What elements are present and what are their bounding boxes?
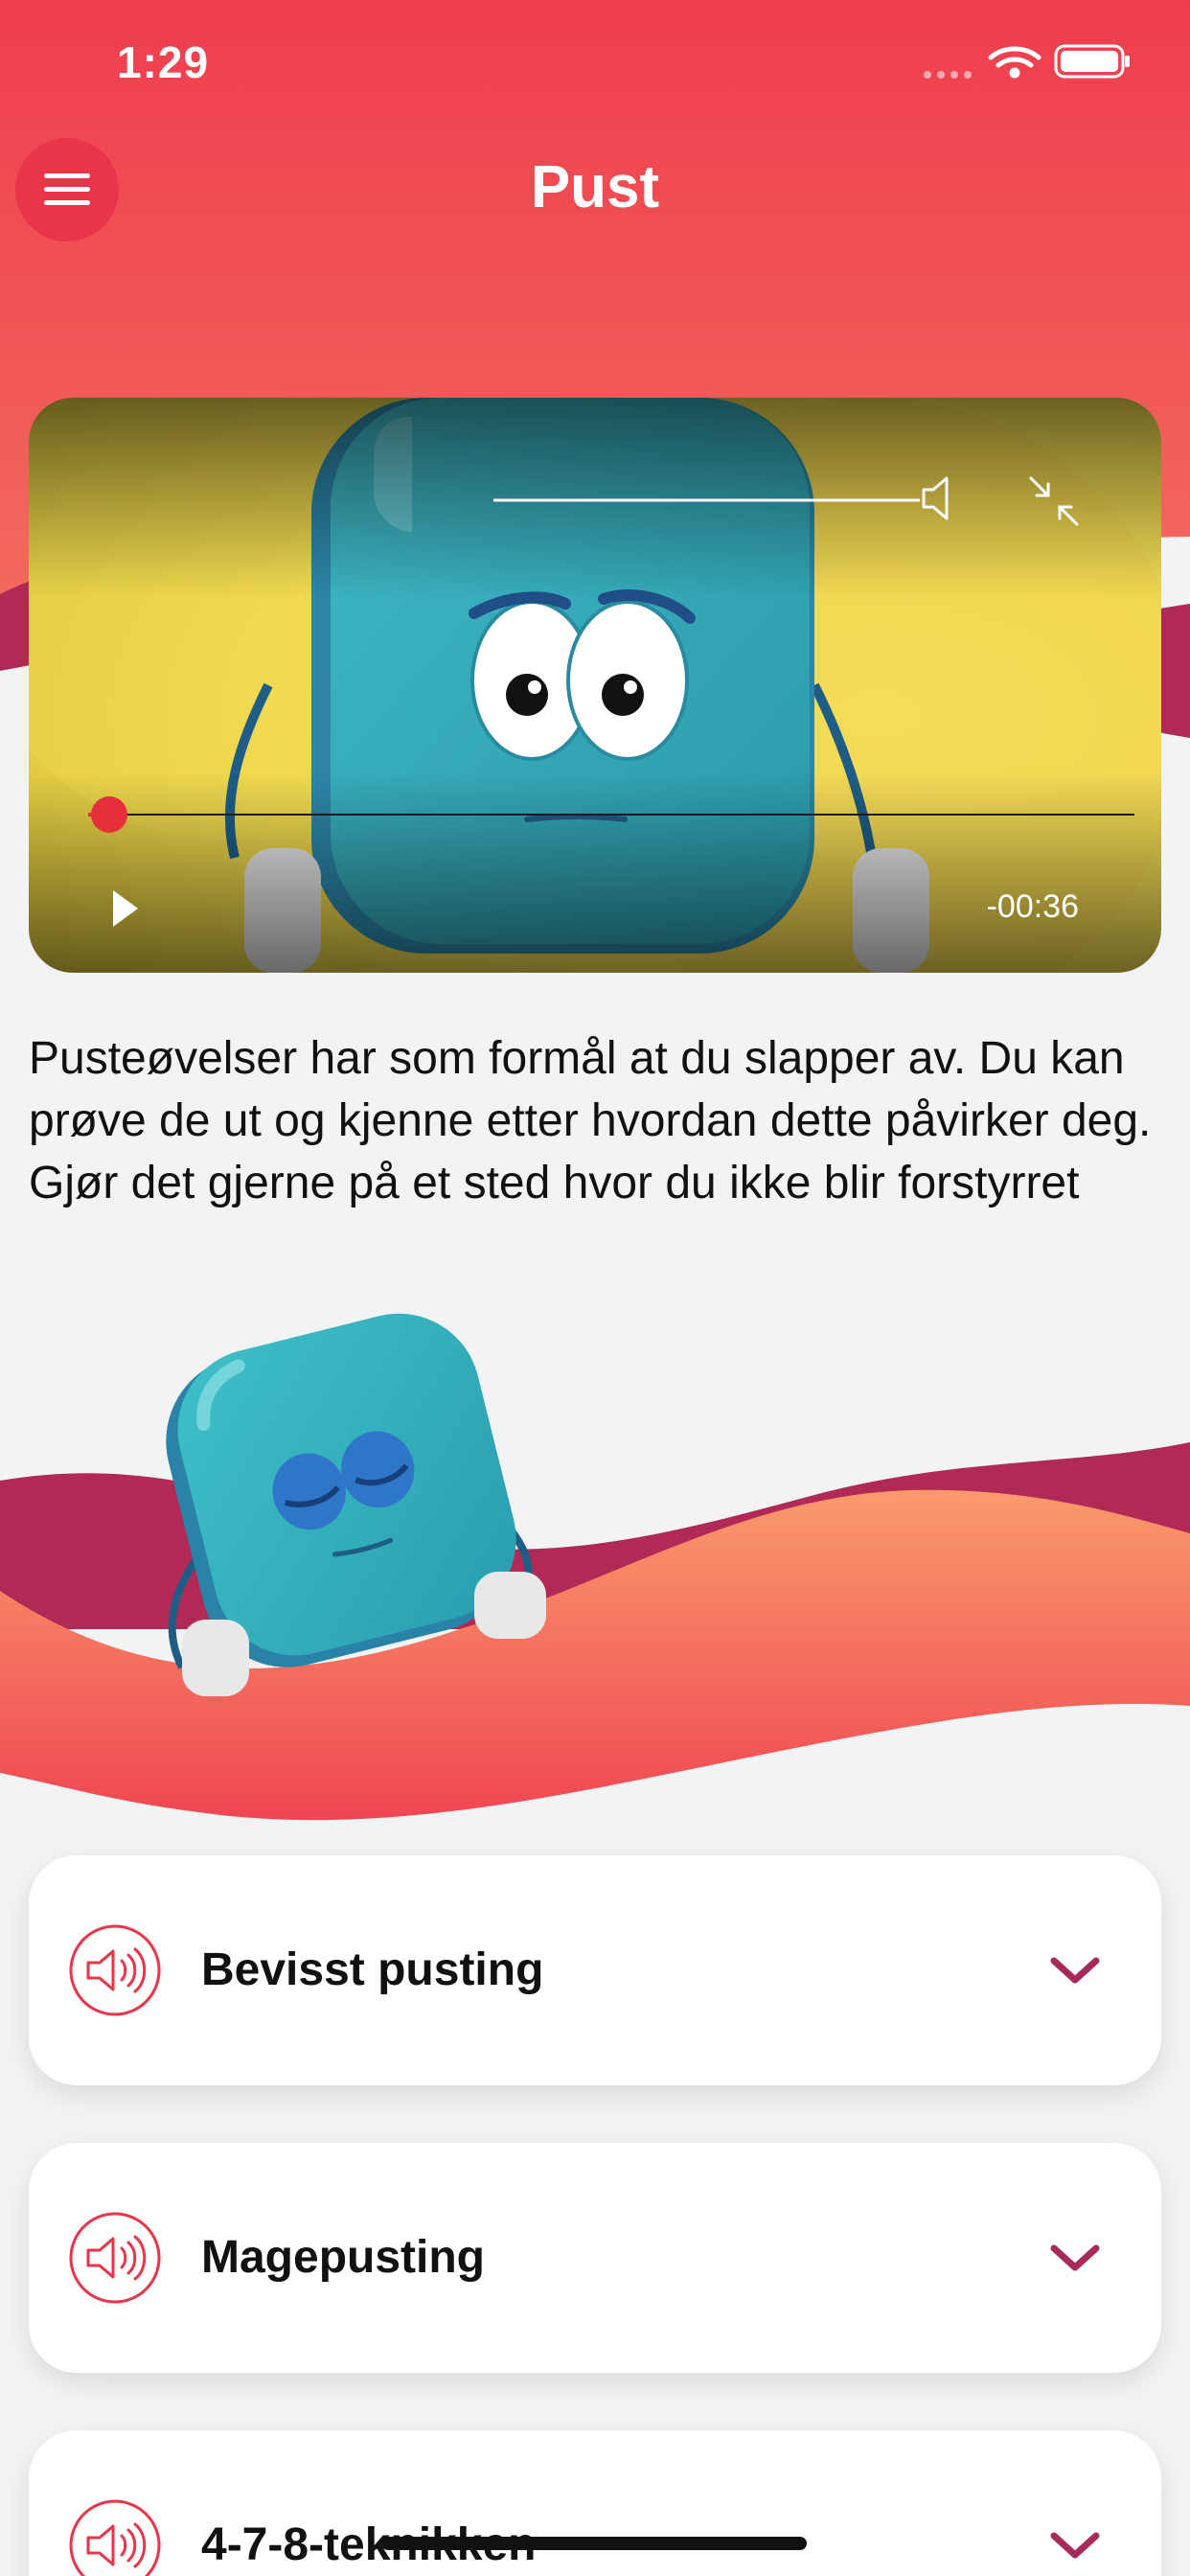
exit-fullscreen-icon[interactable]	[1027, 474, 1081, 528]
audio-speaker-icon	[69, 2499, 161, 2576]
character-illustration-2	[166, 1313, 546, 1696]
home-indicator	[381, 2537, 807, 2550]
progress-thumb[interactable]	[90, 796, 127, 833]
chevron-down-icon[interactable]	[1046, 2526, 1104, 2564]
status-icons	[922, 42, 1133, 85]
status-time: 1:29	[117, 37, 210, 87]
video-progress-bar[interactable]	[88, 795, 1134, 834]
audio-speaker-icon	[69, 1924, 161, 2016]
volume-slider[interactable]	[493, 476, 973, 524]
chevron-down-icon[interactable]	[1046, 1951, 1104, 1990]
speaker-icon[interactable]	[920, 474, 958, 522]
exercise-card[interactable]: 4-7-8-teknikken	[29, 2430, 1161, 2576]
video-player[interactable]: -00:36	[29, 398, 1161, 973]
video-remaining-time: -00:36	[986, 888, 1079, 925]
exercise-card[interactable]: Magepusting	[29, 2143, 1161, 2373]
exercise-card[interactable]: Bevisst pusting	[29, 1855, 1161, 2085]
exercise-title: Magepusting	[201, 2232, 485, 2283]
audio-speaker-icon	[69, 2212, 161, 2304]
intro-text: Pusteøvelser har som formål at du slappe…	[29, 1033, 1152, 1208]
chevron-down-icon[interactable]	[1046, 2239, 1104, 2277]
wifi-icon	[988, 46, 1041, 79]
exercise-title: Bevisst pusting	[201, 1944, 544, 1995]
status-bar: 1:29	[0, 0, 1190, 125]
signal-icon	[924, 71, 972, 79]
play-icon[interactable]	[107, 885, 146, 932]
page-title: Pust	[530, 154, 660, 220]
battery-icon	[1054, 44, 1130, 79]
